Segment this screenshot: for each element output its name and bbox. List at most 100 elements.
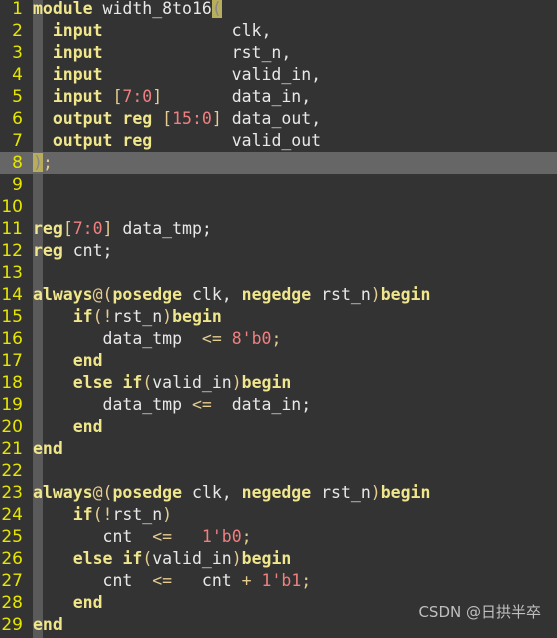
keyword-token: always <box>33 285 93 304</box>
identifier-token <box>33 65 53 84</box>
line-number: 17 <box>1 351 23 371</box>
code-line[interactable]: 18 else if(valid_in)begin <box>0 372 557 394</box>
code-line[interactable]: 24 if(!rst_n) <box>0 504 557 526</box>
number-token: 1'b0 <box>201 527 242 546</box>
identifier-token <box>33 505 73 524</box>
number-token: 1'b1 <box>261 571 302 590</box>
code-line[interactable]: 23 always@(posedge clk, negedge rst_n)beg… <box>0 482 557 504</box>
identifier-token: data_tmp; <box>112 219 212 238</box>
punctuation-token: (! <box>92 505 113 524</box>
keyword-token: posedge <box>112 483 183 502</box>
punctuation-token: + <box>241 571 252 590</box>
punctuation-token: ( <box>142 549 153 568</box>
identifier-token <box>152 109 162 128</box>
code-line[interactable]: 1 module width_8to16( <box>0 0 557 20</box>
code-line[interactable]: 4 input valid_in, <box>0 64 557 86</box>
code-line[interactable]: 12 reg cnt; <box>0 240 557 262</box>
code-line[interactable]: 8); <box>0 152 557 174</box>
line-code: ); <box>33 152 53 174</box>
identifier-token: valid_out <box>152 131 322 150</box>
identifier-token <box>33 593 73 612</box>
line-number: 25 <box>1 527 23 547</box>
punctuation-token: ) <box>231 549 242 568</box>
keyword-token: reg <box>122 131 153 150</box>
line-code: cnt <= 1'b0; <box>33 526 252 548</box>
code-line[interactable]: 9 <box>0 174 557 196</box>
identifier-token: data_tmp <box>33 329 202 348</box>
line-number: 1 <box>12 0 23 19</box>
code-line[interactable]: 16 data_tmp <= 8'b0; <box>0 328 557 350</box>
line-code: input [7:0] data_in, <box>33 86 311 108</box>
line-code: output reg valid_out <box>33 130 321 152</box>
punctuation-token: ] <box>102 219 113 238</box>
code-line[interactable]: 10 <box>0 196 557 218</box>
code-line[interactable]: 15 if(!rst_n)begin <box>0 306 557 328</box>
line-number: 22 <box>1 461 23 481</box>
keyword-token: if <box>122 373 143 392</box>
line-number: 5 <box>12 87 23 107</box>
line-code: input clk, <box>33 20 272 42</box>
code-line[interactable]: 25 cnt <= 1'b0; <box>0 526 557 548</box>
punctuation-token: ) <box>162 505 173 524</box>
identifier-token <box>33 87 53 106</box>
line-number: 6 <box>12 109 23 129</box>
punctuation-token: <= <box>152 571 173 590</box>
identifier-token: cnt; <box>62 241 113 260</box>
identifier-token <box>33 351 73 370</box>
code-line[interactable]: 20 end <box>0 416 557 438</box>
keyword-token: begin <box>380 285 431 304</box>
line-number: 21 <box>1 439 23 459</box>
identifier-token <box>113 549 123 568</box>
line-number: 18 <box>1 373 23 393</box>
code-line[interactable]: 13 <box>0 262 557 284</box>
identifier-token: clk, <box>182 285 242 304</box>
identifier-token <box>252 571 262 590</box>
code-line[interactable]: 11 reg[7:0] data_tmp; <box>0 218 557 240</box>
code-line[interactable]: 3 input rst_n, <box>0 42 557 64</box>
identifier-token: cnt <box>172 571 242 590</box>
identifier-token: data_out, <box>221 109 322 128</box>
identifier-token: cnt <box>33 527 153 546</box>
line-code: cnt <= cnt + 1'b1; <box>33 570 312 592</box>
keyword-token: always <box>33 483 93 502</box>
punctuation-token: ] <box>211 109 222 128</box>
code-line[interactable]: 17 end <box>0 350 557 372</box>
punctuation-token: [ <box>162 109 173 128</box>
punctuation-token: ) <box>370 285 381 304</box>
code-line[interactable]: 14 always@(posedge clk, negedge rst_n)beg… <box>0 284 557 306</box>
line-code: always@(posedge clk, negedge rst_n)begin <box>33 482 430 504</box>
line-number: 2 <box>12 21 23 41</box>
code-line[interactable]: 19 data_tmp <= data_in; <box>0 394 557 416</box>
line-number: 27 <box>1 571 23 591</box>
keyword-token: negedge <box>241 483 312 502</box>
code-line[interactable]: 5 input [7:0] data_in, <box>0 86 557 108</box>
identifier-token <box>33 43 53 62</box>
matched-paren-token: ) <box>33 153 43 172</box>
number-token: 7:0 <box>122 87 153 106</box>
line-code: always@(posedge clk, negedge rst_n)begin <box>33 284 430 306</box>
code-editor[interactable]: 1 module width_8to16(2 input clk, 3 input … <box>0 0 557 638</box>
keyword-token: else <box>72 373 113 392</box>
line-number: 26 <box>1 549 23 569</box>
keyword-token: end <box>33 439 63 458</box>
keyword-token: if <box>122 549 143 568</box>
keyword-token: input <box>52 65 103 84</box>
line-code: if(!rst_n)begin <box>33 306 222 328</box>
code-line[interactable]: 2 input clk, <box>0 20 557 42</box>
code-line[interactable]: 21 end <box>0 438 557 460</box>
line-code: end <box>33 350 103 372</box>
line-number: 15 <box>1 307 23 327</box>
code-line[interactable]: 6 output reg [15:0] data_out, <box>0 108 557 130</box>
code-line[interactable]: 7 output reg valid_out <box>0 130 557 152</box>
identifier-token: width_8to16 <box>92 0 212 18</box>
line-number: 24 <box>1 505 23 525</box>
identifier-token <box>112 109 122 128</box>
keyword-token: end <box>72 351 103 370</box>
code-line[interactable]: 27 cnt <= cnt + 1'b1; <box>0 570 557 592</box>
identifier-token: valid_in, <box>102 65 322 84</box>
punctuation-token: ) <box>370 483 381 502</box>
code-line[interactable]: 22 <box>0 460 557 482</box>
code-line[interactable]: 26 else if(valid_in)begin <box>0 548 557 570</box>
number-token: 15:0 <box>172 109 212 128</box>
line-code: reg cnt; <box>33 240 112 262</box>
